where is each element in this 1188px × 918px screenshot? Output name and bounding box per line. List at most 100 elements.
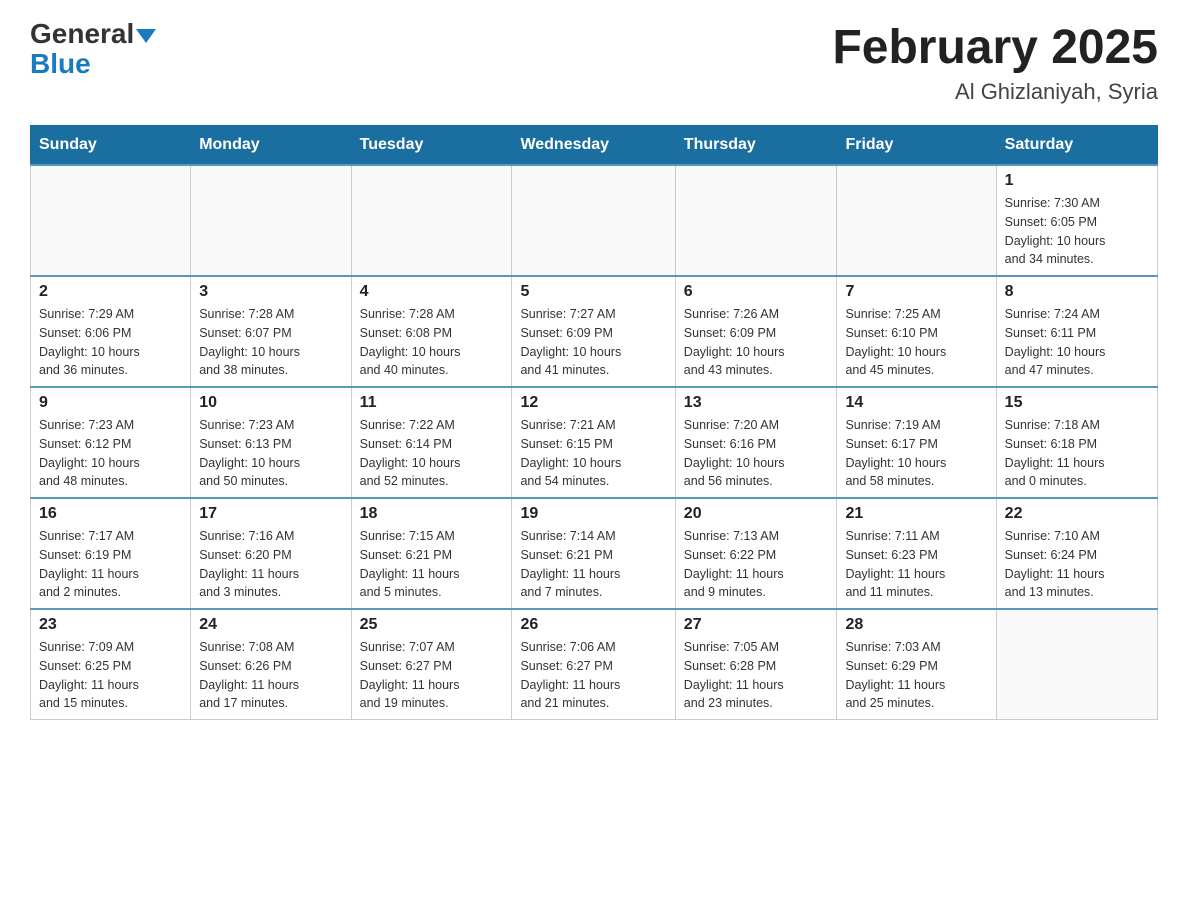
title-area: February 2025 Al Ghizlaniyah, Syria <box>832 20 1158 105</box>
day-info: Sunrise: 7:30 AM Sunset: 6:05 PM Dayligh… <box>1005 194 1149 269</box>
day-number: 9 <box>39 394 182 412</box>
table-row: 2 Sunrise: 7:29 AM Sunset: 6:06 PM Daylig… <box>31 276 191 387</box>
table-row: 28Sunrise: 7:03 AM Sunset: 6:29 PM Dayli… <box>837 609 996 720</box>
table-row: 11 Sunrise: 7:22 AM Sunset: 6:14 PM Dayli… <box>351 387 512 498</box>
day-info: Sunrise: 7:05 AM Sunset: 6:28 PM Dayligh… <box>684 638 829 713</box>
day-info: Sunrise: 7:23 AM Sunset: 6:13 PM Dayligh… <box>199 416 342 491</box>
location: Al Ghizlaniyah, Syria <box>832 79 1158 105</box>
calendar-week-row: 9 Sunrise: 7:23 AM Sunset: 6:12 PM Daylig… <box>31 387 1158 498</box>
day-info: Sunrise: 7:09 AM Sunset: 6:25 PM Dayligh… <box>39 638 182 713</box>
table-row: 24 Sunrise: 7:08 AM Sunset: 6:26 PM Dayli… <box>191 609 351 720</box>
table-row: 17Sunrise: 7:16 AM Sunset: 6:20 PM Dayli… <box>191 498 351 609</box>
table-row <box>351 165 512 276</box>
day-number: 17 <box>199 505 342 523</box>
logo-general: General <box>30 20 156 48</box>
table-row: 19 Sunrise: 7:14 AM Sunset: 6:21 PM Dayli… <box>512 498 675 609</box>
day-info: Sunrise: 7:21 AM Sunset: 6:15 PM Dayligh… <box>520 416 666 491</box>
page-header: General Blue February 2025 Al Ghizlaniya… <box>30 20 1158 105</box>
calendar-week-row: 2 Sunrise: 7:29 AM Sunset: 6:06 PM Daylig… <box>31 276 1158 387</box>
table-row: 16 Sunrise: 7:17 AM Sunset: 6:19 PM Dayli… <box>31 498 191 609</box>
day-info: Sunrise: 7:10 AM Sunset: 6:24 PM Dayligh… <box>1005 527 1149 602</box>
day-info: Sunrise: 7:23 AM Sunset: 6:12 PM Dayligh… <box>39 416 182 491</box>
day-number: 16 <box>39 505 182 523</box>
day-info: Sunrise: 7:26 AM Sunset: 6:09 PM Dayligh… <box>684 305 829 380</box>
table-row: 14 Sunrise: 7:19 AM Sunset: 6:17 PM Dayli… <box>837 387 996 498</box>
table-row: 22 Sunrise: 7:10 AM Sunset: 6:24 PM Dayli… <box>996 498 1157 609</box>
day-info: Sunrise: 7:25 AM Sunset: 6:10 PM Dayligh… <box>845 305 987 380</box>
table-row: 20 Sunrise: 7:13 AM Sunset: 6:22 PM Dayli… <box>675 498 837 609</box>
table-row: 12 Sunrise: 7:21 AM Sunset: 6:15 PM Dayli… <box>512 387 675 498</box>
table-row <box>512 165 675 276</box>
table-row: 3 Sunrise: 7:28 AM Sunset: 6:07 PM Daylig… <box>191 276 351 387</box>
logo-blue: Blue <box>30 48 91 80</box>
day-info: Sunrise: 7:17 AM Sunset: 6:19 PM Dayligh… <box>39 527 182 602</box>
col-saturday: Saturday <box>996 126 1157 166</box>
day-number: 27 <box>684 616 829 634</box>
day-number: 1 <box>1005 172 1149 190</box>
table-row: 18Sunrise: 7:15 AM Sunset: 6:21 PM Dayli… <box>351 498 512 609</box>
day-info: Sunrise: 7:27 AM Sunset: 6:09 PM Dayligh… <box>520 305 666 380</box>
day-number: 13 <box>684 394 829 412</box>
day-number: 7 <box>845 283 987 301</box>
day-info: Sunrise: 7:20 AM Sunset: 6:16 PM Dayligh… <box>684 416 829 491</box>
table-row <box>31 165 191 276</box>
table-row: 27 Sunrise: 7:05 AM Sunset: 6:28 PM Dayli… <box>675 609 837 720</box>
day-number: 14 <box>845 394 987 412</box>
day-number: 20 <box>684 505 829 523</box>
table-row: 25Sunrise: 7:07 AM Sunset: 6:27 PM Dayli… <box>351 609 512 720</box>
col-sunday: Sunday <box>31 126 191 166</box>
table-row <box>837 165 996 276</box>
calendar-header-row: Sunday Monday Tuesday Wednesday Thursday… <box>31 126 1158 166</box>
table-row: 26 Sunrise: 7:06 AM Sunset: 6:27 PM Dayli… <box>512 609 675 720</box>
day-number: 25 <box>360 616 504 634</box>
day-info: Sunrise: 7:03 AM Sunset: 6:29 PM Dayligh… <box>845 638 987 713</box>
day-number: 26 <box>520 616 666 634</box>
day-number: 8 <box>1005 283 1149 301</box>
table-row: 13 Sunrise: 7:20 AM Sunset: 6:16 PM Dayli… <box>675 387 837 498</box>
day-number: 6 <box>684 283 829 301</box>
table-row: 6 Sunrise: 7:26 AM Sunset: 6:09 PM Daylig… <box>675 276 837 387</box>
calendar-week-row: 16 Sunrise: 7:17 AM Sunset: 6:19 PM Dayli… <box>31 498 1158 609</box>
day-info: Sunrise: 7:06 AM Sunset: 6:27 PM Dayligh… <box>520 638 666 713</box>
day-number: 2 <box>39 283 182 301</box>
day-info: Sunrise: 7:14 AM Sunset: 6:21 PM Dayligh… <box>520 527 666 602</box>
day-info: Sunrise: 7:13 AM Sunset: 6:22 PM Dayligh… <box>684 527 829 602</box>
table-row: 21Sunrise: 7:11 AM Sunset: 6:23 PM Dayli… <box>837 498 996 609</box>
day-number: 24 <box>199 616 342 634</box>
day-number: 22 <box>1005 505 1149 523</box>
table-row <box>675 165 837 276</box>
col-wednesday: Wednesday <box>512 126 675 166</box>
table-row: 8Sunrise: 7:24 AM Sunset: 6:11 PM Daylig… <box>996 276 1157 387</box>
day-info: Sunrise: 7:08 AM Sunset: 6:26 PM Dayligh… <box>199 638 342 713</box>
table-row: 1 Sunrise: 7:30 AM Sunset: 6:05 PM Daylig… <box>996 165 1157 276</box>
table-row: 5 Sunrise: 7:27 AM Sunset: 6:09 PM Daylig… <box>512 276 675 387</box>
day-info: Sunrise: 7:28 AM Sunset: 6:08 PM Dayligh… <box>360 305 504 380</box>
table-row: 4Sunrise: 7:28 AM Sunset: 6:08 PM Daylig… <box>351 276 512 387</box>
day-number: 11 <box>360 394 504 412</box>
table-row <box>191 165 351 276</box>
table-row: 15Sunrise: 7:18 AM Sunset: 6:18 PM Dayli… <box>996 387 1157 498</box>
day-number: 5 <box>520 283 666 301</box>
table-row: 23Sunrise: 7:09 AM Sunset: 6:25 PM Dayli… <box>31 609 191 720</box>
logo: General Blue <box>30 20 156 80</box>
day-number: 10 <box>199 394 342 412</box>
day-info: Sunrise: 7:19 AM Sunset: 6:17 PM Dayligh… <box>845 416 987 491</box>
day-info: Sunrise: 7:22 AM Sunset: 6:14 PM Dayligh… <box>360 416 504 491</box>
table-row: 10 Sunrise: 7:23 AM Sunset: 6:13 PM Dayli… <box>191 387 351 498</box>
day-number: 15 <box>1005 394 1149 412</box>
col-tuesday: Tuesday <box>351 126 512 166</box>
calendar-week-row: 1 Sunrise: 7:30 AM Sunset: 6:05 PM Daylig… <box>31 165 1158 276</box>
calendar-table: Sunday Monday Tuesday Wednesday Thursday… <box>30 125 1158 720</box>
col-friday: Friday <box>837 126 996 166</box>
day-number: 18 <box>360 505 504 523</box>
day-number: 3 <box>199 283 342 301</box>
day-info: Sunrise: 7:28 AM Sunset: 6:07 PM Dayligh… <box>199 305 342 380</box>
table-row: 7 Sunrise: 7:25 AM Sunset: 6:10 PM Daylig… <box>837 276 996 387</box>
logo-triangle-icon <box>136 29 156 43</box>
day-number: 21 <box>845 505 987 523</box>
day-info: Sunrise: 7:29 AM Sunset: 6:06 PM Dayligh… <box>39 305 182 380</box>
month-title: February 2025 <box>832 20 1158 75</box>
day-number: 19 <box>520 505 666 523</box>
day-number: 12 <box>520 394 666 412</box>
table-row <box>996 609 1157 720</box>
